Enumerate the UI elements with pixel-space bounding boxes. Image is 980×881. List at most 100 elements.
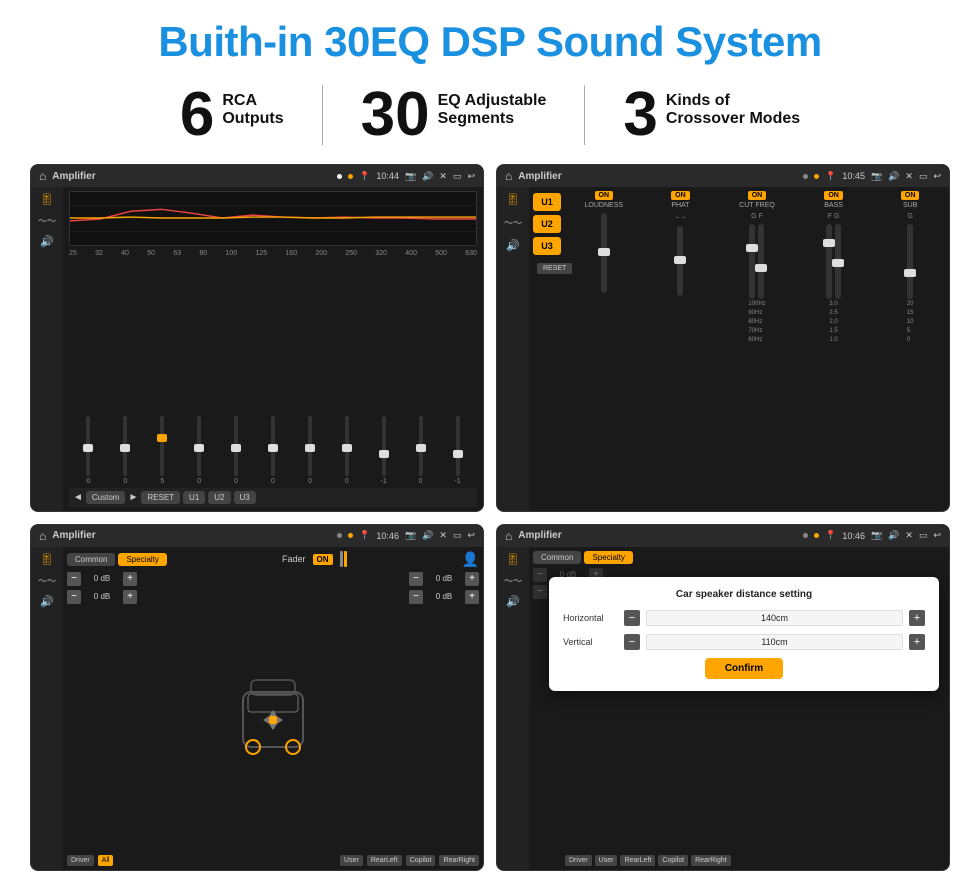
eq-track-8[interactable] xyxy=(345,416,349,476)
eq-u1-btn[interactable]: U1 xyxy=(183,491,205,504)
eq-reset-btn[interactable]: RESET xyxy=(141,491,180,504)
phat-toggle[interactable]: ON xyxy=(671,191,690,200)
screen4-back-icon[interactable]: ↩ xyxy=(933,530,941,541)
screen4-volume-icon: 🔊 xyxy=(888,530,899,541)
screen4-speaker-icon[interactable]: 🔊 xyxy=(506,595,520,608)
fader-driver-btn[interactable]: Driver xyxy=(67,855,94,866)
eq-track-3[interactable] xyxy=(160,416,164,476)
distance-rearleft-btn[interactable]: RearLeft xyxy=(620,855,655,866)
cutfreq-toggle[interactable]: ON xyxy=(748,191,767,200)
vertical-plus-btn[interactable]: + xyxy=(909,634,925,650)
eq-track-10[interactable] xyxy=(419,416,423,476)
horizontal-plus-btn[interactable]: + xyxy=(909,610,925,626)
eq-custom-btn[interactable]: Custom xyxy=(86,491,126,504)
screen2-eq-icon[interactable]: 🎚 xyxy=(506,193,520,206)
bass-toggle[interactable]: ON xyxy=(824,191,843,200)
screen2-camera-icon: 📷 xyxy=(871,171,882,182)
cutfreq-slider-f[interactable] xyxy=(758,224,764,299)
screen1-speaker-icon[interactable]: 🔊 xyxy=(40,235,54,248)
eq-thumb-11[interactable] xyxy=(453,450,463,458)
fader-toggle[interactable]: ON xyxy=(313,554,333,565)
distance-driver-btn[interactable]: Driver xyxy=(565,855,592,866)
bass-thumb-f[interactable] xyxy=(823,239,835,247)
loudness-thumb[interactable] xyxy=(598,248,610,256)
eq-thumb-1[interactable] xyxy=(83,444,93,452)
eq-thumb-9[interactable] xyxy=(379,450,389,458)
eq-thumb-10[interactable] xyxy=(416,444,426,452)
eq-thumb-2[interactable] xyxy=(120,444,130,452)
eq-thumb-6[interactable] xyxy=(268,444,278,452)
loudness-toggle[interactable]: ON xyxy=(595,191,614,200)
fader-minus-1[interactable]: − xyxy=(67,572,81,586)
cutfreq-thumb-g[interactable] xyxy=(746,244,758,252)
distance-rearright-btn[interactable]: RearRight xyxy=(691,855,731,866)
fader-plus-4[interactable]: + xyxy=(465,590,479,604)
eq-track-9[interactable] xyxy=(382,416,386,476)
screen3-speaker-icon[interactable]: 🔊 xyxy=(40,595,54,608)
eq-u3-btn[interactable]: U3 xyxy=(234,491,256,504)
eq-thumb-4[interactable] xyxy=(194,444,204,452)
fader-user-btn[interactable]: User xyxy=(340,855,363,866)
phat-slider[interactable] xyxy=(677,226,683,296)
stat-text-eq: EQ Adjustable Segments xyxy=(438,84,547,128)
horizontal-minus-btn[interactable]: − xyxy=(624,610,640,626)
fader-plus-2[interactable]: + xyxy=(123,590,137,604)
fader-minus-2[interactable]: − xyxy=(67,590,81,604)
loudness-slider[interactable] xyxy=(601,213,607,293)
sub-thumb[interactable] xyxy=(904,269,916,277)
distance-user-btn[interactable]: User xyxy=(595,855,618,866)
screen2-speaker-icon[interactable]: 🔊 xyxy=(506,239,520,252)
screen3-back-icon[interactable]: ↩ xyxy=(467,530,475,541)
vertical-value: 110cm xyxy=(646,634,903,650)
screen1-eq-icon[interactable]: 🎚 xyxy=(40,193,54,206)
fader-db-row-1: − 0 dB + xyxy=(67,572,137,586)
fader-plus-3[interactable]: + xyxy=(465,572,479,586)
confirm-button[interactable]: Confirm xyxy=(705,658,783,679)
screen2-u3-btn[interactable]: U3 xyxy=(533,237,561,255)
screen1-back-icon[interactable]: ↩ xyxy=(467,171,475,182)
eq-track-4[interactable] xyxy=(197,416,201,476)
eq-play-btn[interactable]: ► xyxy=(128,492,138,503)
bass-slider-g[interactable] xyxy=(835,224,841,299)
eq-track-7[interactable] xyxy=(308,416,312,476)
eq-track-5[interactable] xyxy=(234,416,238,476)
screen4-eq-icon[interactable]: 🎚 xyxy=(506,553,520,566)
sub-slider[interactable] xyxy=(907,224,913,299)
screen2-back-icon[interactable]: ↩ xyxy=(933,171,941,182)
fader-minus-4[interactable]: − xyxy=(409,590,423,604)
screen1-wave-icon[interactable]: 〜〜 xyxy=(38,214,56,227)
screen3-wave-icon[interactable]: 〜〜 xyxy=(38,574,56,587)
eq-thumb-7[interactable] xyxy=(305,444,315,452)
fader-all-btn[interactable]: All xyxy=(98,855,114,866)
phat-thumb[interactable] xyxy=(674,256,686,264)
eq-thumb-8[interactable] xyxy=(342,444,352,452)
screen2-u1-btn[interactable]: U1 xyxy=(533,193,561,211)
fader-copilot-btn[interactable]: Copilot xyxy=(406,855,436,866)
fader-tab-common[interactable]: Common xyxy=(67,553,115,566)
eq-u2-btn[interactable]: U2 xyxy=(208,491,230,504)
eq-track-11[interactable] xyxy=(456,416,460,476)
eq-prev-btn[interactable]: ◄ xyxy=(73,492,83,503)
eq-thumb-5[interactable] xyxy=(231,444,241,452)
eq-track-1[interactable] xyxy=(86,416,90,476)
vertical-minus-btn[interactable]: − xyxy=(624,634,640,650)
screen4-wave-icon[interactable]: 〜〜 xyxy=(504,574,522,587)
fader-tab-specialty[interactable]: Specialty xyxy=(118,553,166,566)
cutfreq-slider-g[interactable] xyxy=(749,224,755,299)
fader-plus-1[interactable]: + xyxy=(123,572,137,586)
eq-track-2[interactable] xyxy=(123,416,127,476)
screen2-u2-btn[interactable]: U2 xyxy=(533,215,561,233)
screen3-eq-icon[interactable]: 🎚 xyxy=(40,553,54,566)
fader-rearright-btn[interactable]: RearRight xyxy=(439,855,479,866)
cutfreq-thumb-f[interactable] xyxy=(755,264,767,272)
eq-track-6[interactable] xyxy=(271,416,275,476)
distance-tab-common[interactable]: Common xyxy=(533,551,581,564)
fader-minus-3[interactable]: − xyxy=(409,572,423,586)
screen2-wave-icon[interactable]: 〜〜 xyxy=(504,216,522,229)
fader-rearleft-btn[interactable]: RearLeft xyxy=(367,855,402,866)
bass-thumb-g[interactable] xyxy=(832,259,844,267)
sub-toggle[interactable]: ON xyxy=(901,191,920,200)
distance-copilot-btn[interactable]: Copilot xyxy=(658,855,688,866)
distance-tab-specialty[interactable]: Specialty xyxy=(584,551,632,564)
eq-thumb-3[interactable] xyxy=(157,434,167,442)
